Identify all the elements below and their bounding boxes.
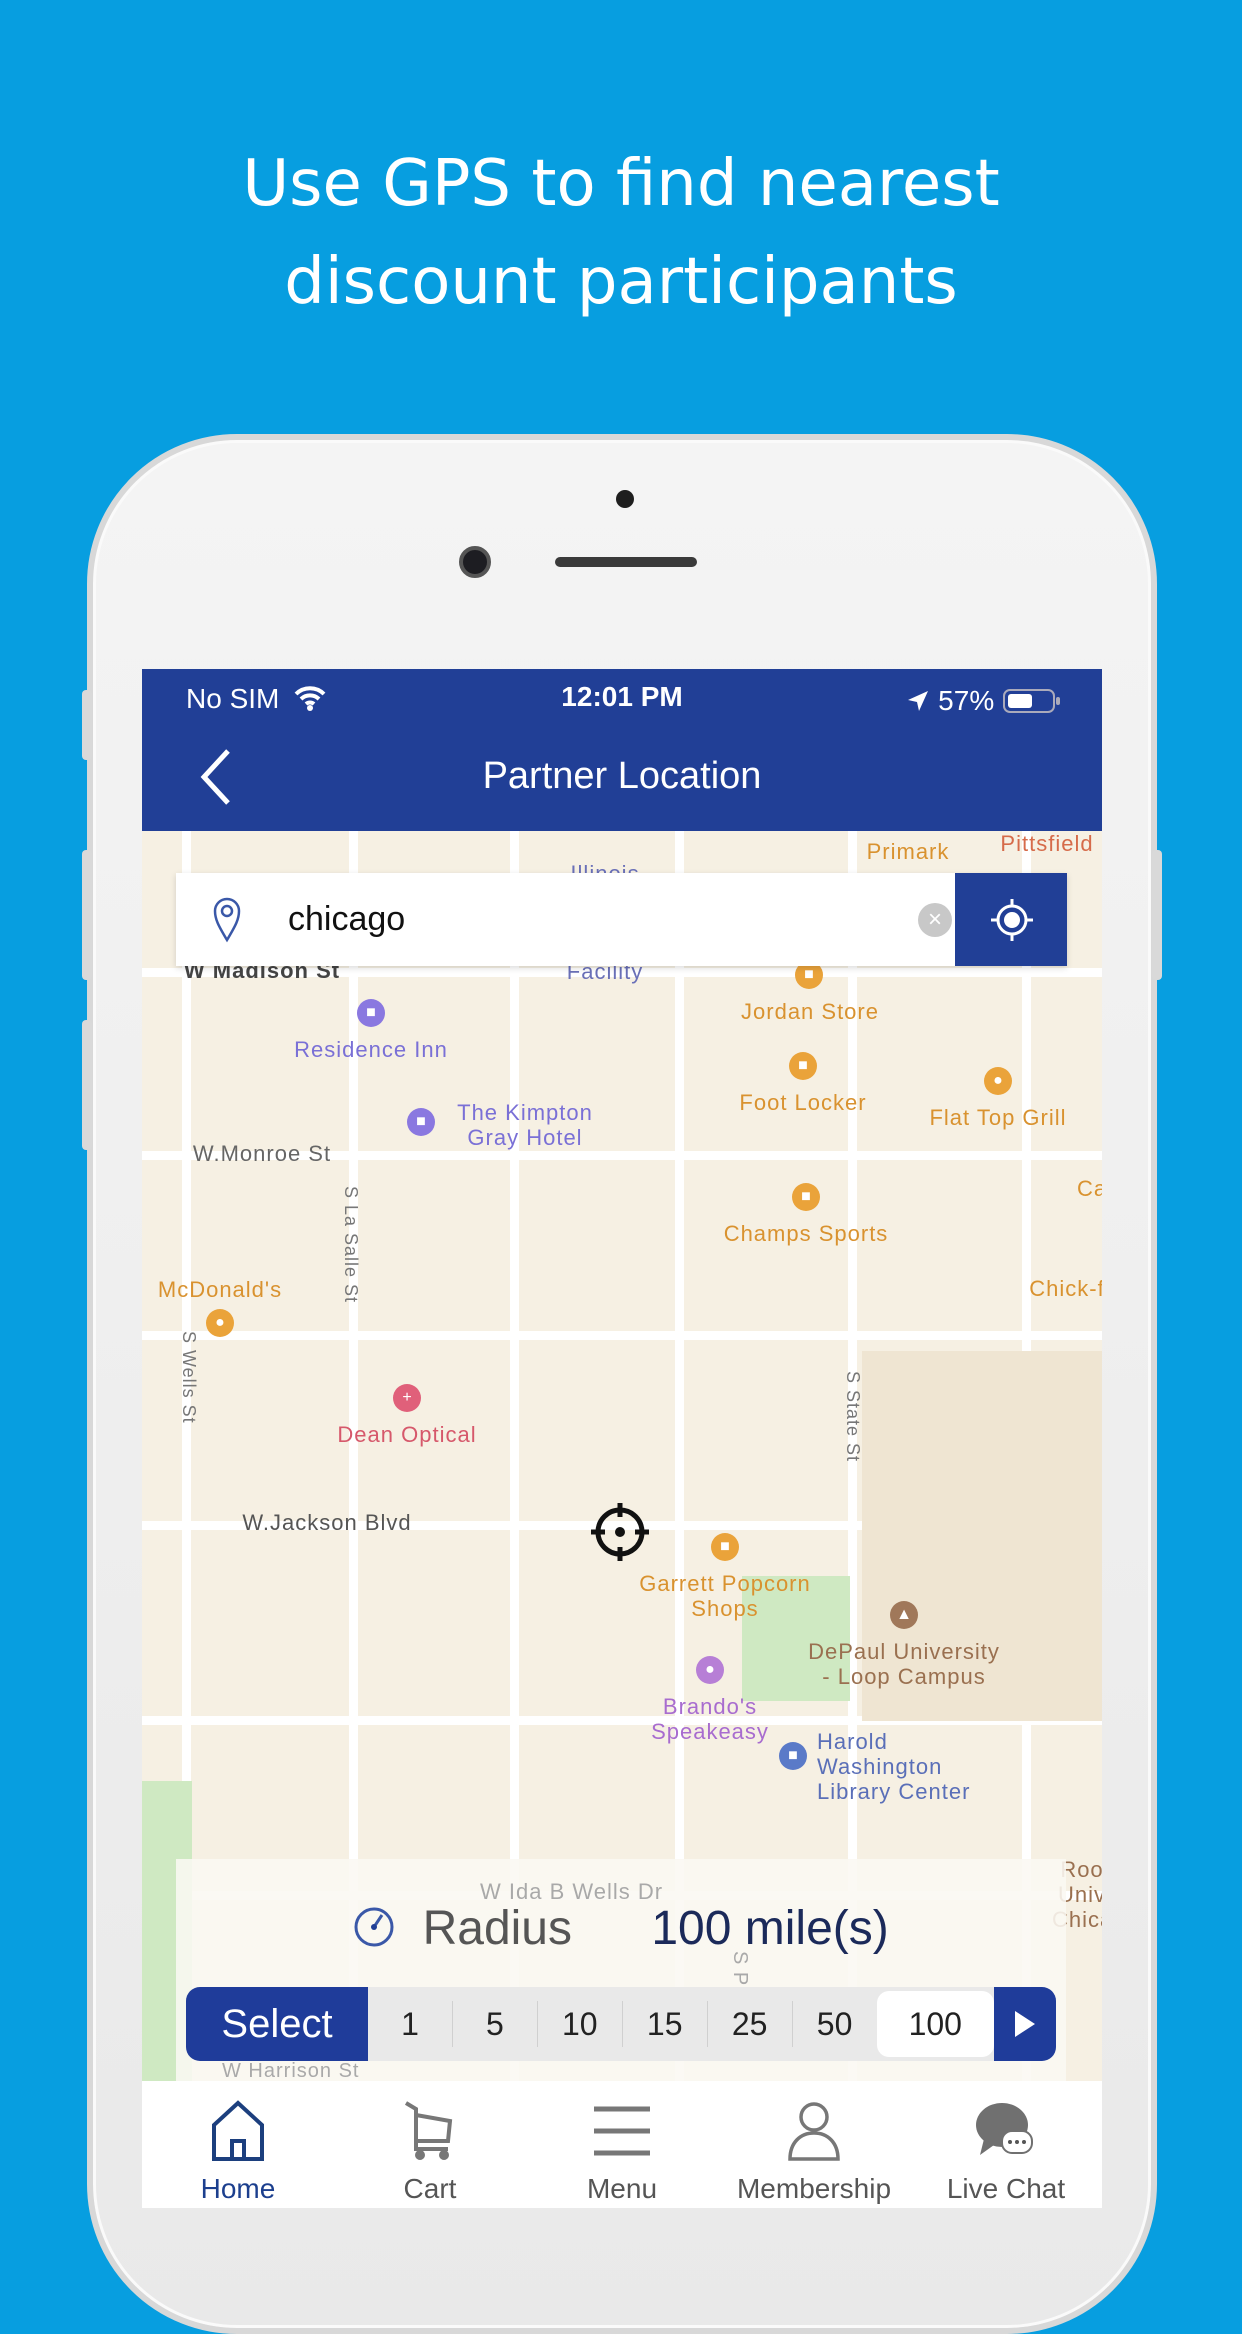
headline-line-2: discount participants	[284, 245, 958, 319]
phone-camera	[459, 546, 491, 578]
app-screen: No SIM 12:01 PM 57% Partner Location Ill…	[142, 669, 1102, 2208]
shop-icon[interactable]: ■	[789, 1052, 817, 1080]
select-label: Select	[186, 1987, 368, 2061]
clear-search-button[interactable]: ×	[918, 903, 952, 937]
tab-label: Home	[200, 2173, 276, 2204]
radius-option-15[interactable]: 15	[623, 2001, 708, 2047]
map-label[interactable]: Foot Locker	[739, 1090, 866, 1115]
radius-option-1[interactable]: 1	[368, 2001, 453, 2047]
radius-option-5[interactable]: 5	[453, 2001, 538, 2047]
phone-power-button	[1152, 850, 1162, 980]
street-label: W Harrison St	[222, 2060, 360, 2082]
tab-label: Membership	[736, 2173, 892, 2204]
gps-target-icon	[991, 899, 1033, 941]
location-arrow-icon	[908, 691, 929, 711]
map-label[interactable]: Garrett Popcorn Shops	[610, 1571, 840, 1621]
street-label: S La Salle St	[341, 1186, 361, 1304]
phone-volume-down	[82, 1020, 92, 1150]
map-label[interactable]: Jordan Store	[741, 999, 879, 1024]
radius-value: 100 mile(s)	[651, 1902, 889, 1955]
map-label[interactable]: Residence Inn	[294, 1037, 448, 1062]
map-label[interactable]: Ca	[1077, 1176, 1102, 1201]
page-title: Partner Location	[482, 755, 762, 797]
tab-cart[interactable]: Cart	[334, 2081, 526, 2208]
tab-home[interactable]: Home	[142, 2081, 334, 2208]
map-label[interactable]: Pittsfield	[1000, 831, 1093, 856]
cart-icon	[404, 2101, 453, 2160]
street-label: S State St	[843, 1371, 863, 1463]
tab-label: Live Chat	[946, 2173, 1066, 2204]
restaurant-icon[interactable]: ●	[984, 1067, 1012, 1095]
home-icon	[212, 2100, 264, 2161]
map-label[interactable]: Flat Top Grill	[929, 1105, 1066, 1130]
next-button[interactable]	[994, 1987, 1056, 2061]
radius-display: Radius 100 mile(s)	[176, 1901, 1066, 1956]
school-icon[interactable]: ▲	[890, 1601, 918, 1629]
search-bar: ×	[176, 873, 1067, 966]
street-label: S Wells St	[179, 1331, 199, 1424]
phone-sensor	[616, 490, 634, 508]
headline: Use GPS to find nearest discount partici…	[0, 135, 1242, 331]
street-label: W.Monroe St	[192, 1141, 332, 1166]
bottom-tab-bar: Home Cart Menu Membership Live Chat	[142, 2081, 1102, 2208]
health-icon[interactable]: +	[393, 1384, 421, 1412]
map-label[interactable]: McDonald's	[158, 1277, 282, 1302]
tab-label: Cart	[403, 2173, 457, 2204]
map-label[interactable]: The Kimpton Gray Hotel	[440, 1100, 610, 1150]
radius-option-100[interactable]: 100	[876, 1991, 995, 2057]
map-label[interactable]: Harold Washington Library Center	[817, 1729, 1017, 1804]
crosshair-icon	[591, 1503, 649, 1561]
gauge-icon	[354, 1907, 394, 1947]
map-label[interactable]: Brando's Speakeasy	[630, 1694, 790, 1744]
status-battery: 57%	[906, 685, 1062, 717]
phone-mute-button	[82, 690, 92, 760]
tab-membership[interactable]: Membership	[718, 2081, 910, 2208]
battery-percent: 57%	[938, 685, 995, 716]
radius-label: Radius	[422, 1902, 572, 1955]
play-arrow-icon	[1015, 2011, 1036, 2037]
radius-option-25[interactable]: 25	[708, 2001, 793, 2047]
map-label[interactable]: Champs Sports	[724, 1221, 889, 1246]
map-label[interactable]: DePaul University - Loop Campus	[804, 1639, 1004, 1689]
tab-label: Menu	[586, 2173, 658, 2204]
headline-line-1: Use GPS to find nearest	[242, 147, 1000, 221]
shop-icon[interactable]: ■	[792, 1183, 820, 1211]
radius-selector: Select 1 5 10 15 25 50 100	[186, 1987, 1056, 2061]
location-pin-icon	[213, 897, 241, 943]
battery-icon	[1003, 689, 1060, 713]
tab-live-chat[interactable]: Live Chat	[910, 2081, 1102, 2208]
radius-option-10[interactable]: 10	[538, 2001, 623, 2047]
menu-icon	[594, 2106, 650, 2156]
map-label[interactable]: Chick-f	[1029, 1276, 1102, 1301]
bar-icon[interactable]: ●	[696, 1656, 724, 1684]
radius-option-50[interactable]: 50	[793, 2001, 877, 2047]
phone-volume-up	[82, 850, 92, 980]
shop-icon[interactable]: ■	[711, 1533, 739, 1561]
user-icon	[788, 2102, 840, 2161]
map-label[interactable]: Dean Optical	[337, 1422, 476, 1447]
map-label[interactable]: Primark	[867, 839, 950, 864]
hotel-icon[interactable]: ■	[407, 1108, 435, 1136]
locate-me-button[interactable]	[955, 873, 1067, 966]
chat-icon	[976, 2103, 1033, 2155]
top-bar: No SIM 12:01 PM 57% Partner Location	[142, 669, 1102, 831]
hotel-icon[interactable]: ■	[357, 999, 385, 1027]
phone-speaker	[555, 557, 697, 567]
tab-menu[interactable]: Menu	[526, 2081, 718, 2208]
street-label: W.Jackson Blvd	[242, 1510, 412, 1535]
restaurant-icon[interactable]: ●	[206, 1309, 234, 1337]
search-input[interactable]	[288, 893, 888, 945]
library-icon[interactable]: ■	[779, 1742, 807, 1770]
